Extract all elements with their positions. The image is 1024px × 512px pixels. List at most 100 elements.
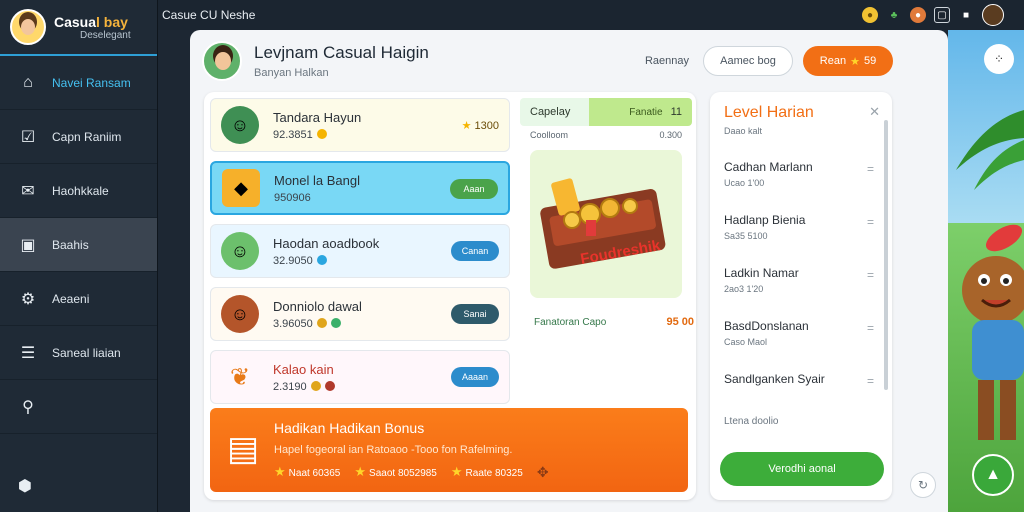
bonus-items: ★ Naat 60365 ★ Saaot 8052985 ★ Raate 80325 … [274, 464, 549, 481]
gold-stack-icon: ▤ [226, 430, 260, 468]
gem-icon [330, 317, 341, 328]
quest-item[interactable]: ☺ Haodan aoadbook 32.9050 Canan [210, 224, 510, 278]
quest-action-button[interactable]: Aaaan [451, 367, 499, 387]
window-titlebar: Casue CU Neshe ● ♣ ● ▢ ■ [158, 0, 1024, 30]
quest-panel: ☺ Tandara Hayun 92.3851 ★ 1300 ◆ Monel l… [204, 92, 696, 500]
gold-icon: ◆ [222, 169, 260, 207]
orange-button-label: Rean [819, 55, 847, 67]
chest-foot-label: Fanatoran Capo [534, 316, 607, 328]
window-title: Casue CU Neshe [162, 8, 256, 22]
close-icon[interactable]: ✕ [869, 104, 880, 120]
brand[interactable]: Casual bay Deselegant [0, 0, 157, 56]
screen-icon[interactable]: ▢ [934, 7, 950, 23]
quest-reward-value: 1300 [474, 120, 499, 132]
level-item[interactable]: Cadhan Marlann Ucao 1'00 = [724, 160, 874, 213]
quest-value: 92.3851 [273, 128, 361, 141]
level-item-name: Cadhan Marlann [724, 160, 813, 174]
sidebar-item-bag[interactable]: ▣ Baahis [0, 218, 157, 272]
outline-button[interactable]: Aamec bog [703, 46, 793, 76]
coin-icon [310, 380, 321, 391]
level-panel: Level Harian Daao kalt ✕ Cadhan Marlann … [710, 92, 892, 500]
drag-handle-icon[interactable]: = [867, 162, 874, 176]
sidebar-item-settings[interactable]: ⚙ Aeaeni [0, 272, 157, 326]
level-item[interactable]: BasdDonslanan Caso Maol = [724, 319, 874, 372]
quest-title: Kalao kain [273, 361, 334, 377]
quest-item[interactable]: ☺ Tandara Hayun 92.3851 ★ 1300 [210, 98, 510, 152]
quest-text: Donniolo dawal 3.96050 [273, 299, 362, 330]
quest-title: Donniolo dawal [273, 298, 362, 314]
quest-title: Monel la Bangl [274, 172, 360, 188]
brand-text: Casual bay Deselegant [54, 14, 131, 41]
chest-title: Capelay [530, 106, 571, 118]
gem-icon [324, 380, 335, 391]
level-subtitle: Daao kalt [724, 126, 763, 136]
box-icon[interactable]: ⬢ [18, 476, 38, 498]
refresh-icon[interactable]: ↻ [910, 472, 936, 498]
level-title: Level Harian [724, 104, 814, 121]
clover-icon[interactable]: ♣ [886, 7, 902, 23]
star-icon: ★ [354, 464, 367, 479]
drag-handle-icon[interactable]: = [867, 374, 874, 388]
sidebar-item-label: Capn Raniim [52, 129, 122, 144]
orange-button[interactable]: Rean ★ 59 [803, 46, 893, 76]
drag-handle-icon[interactable]: = [867, 321, 874, 335]
chat-icon[interactable]: ▲ [972, 454, 1014, 496]
chest-sub-left: Coolloom [530, 130, 569, 140]
chest-sub-right: 0.300 [659, 130, 682, 140]
level-item-name: Sandlganken Syair [724, 372, 825, 386]
brand-name-part1: Casua [54, 13, 97, 30]
square-icon[interactable]: ■ [958, 7, 974, 23]
quest-value: 3.96050 [273, 317, 362, 330]
treasure-chest-icon [540, 178, 666, 269]
grid-menu-icon[interactable]: ⁘ [984, 44, 1014, 74]
level-item-sub: Ucao 1'00 [724, 178, 765, 188]
quest-value: 32.9050 [273, 254, 379, 267]
sidebar-item-search[interactable]: ⚲ [0, 380, 157, 434]
bonus-banner[interactable]: ▤ Hadikan Hadikan Bonus Hapel fogeoral i… [210, 408, 688, 492]
sidebar-item-home[interactable]: ⌂ Navei Ransam [0, 56, 157, 110]
quest-reward: ★ 1300 [462, 119, 499, 132]
star-icon: ★ [850, 55, 860, 68]
level-footer: Ltena doolio [724, 416, 779, 427]
avatar-icon: ☺ [221, 232, 259, 270]
star-icon: ★ [450, 464, 463, 479]
sidebar-item-label: Navei Ransam [52, 75, 131, 90]
profile-icon[interactable]: ● [910, 7, 926, 23]
quest-value: 2.3190 [273, 380, 335, 393]
quest-item[interactable]: ☺ Donniolo dawal 3.96050 Sanai [210, 287, 510, 341]
chest-card: Capelay Fanatie 11 Coolloom 0.300 Foudre… [520, 98, 694, 334]
header-link[interactable]: Raennay [645, 55, 689, 67]
user-avatar[interactable] [202, 41, 242, 81]
drag-handle-icon[interactable]: = [867, 268, 874, 282]
titlebar-icons: ● ♣ ● ▢ ■ [862, 4, 1004, 26]
gem-icon [316, 254, 327, 265]
level-action-button[interactable]: Verodhi aonal [720, 452, 884, 486]
quest-text: Haodan aoadbook 32.9050 [273, 236, 379, 267]
level-item[interactable]: Hadlanp Bienia Sa35 5100 = [724, 213, 874, 266]
character-illustration [956, 110, 1024, 440]
sidebar-item-tasks[interactable]: ☑ Capn Raniim [0, 110, 157, 164]
quest-action-button[interactable]: Aaan [450, 179, 498, 199]
treasure-chest-image[interactable]: Foudreshik [530, 150, 682, 298]
chest-subheader: Coolloom 0.300 [520, 126, 692, 144]
level-item[interactable]: Ladkin Namar 2ao3 1'20 = [724, 266, 874, 319]
drag-handle-icon[interactable]: = [867, 215, 874, 229]
coin-icon[interactable]: ● [862, 7, 878, 23]
quest-action-button[interactable]: Canan [451, 241, 499, 261]
brand-name-part2: l bay [96, 13, 128, 30]
sidebar-item-list[interactable]: ☰ Saneal liaian [0, 326, 157, 380]
mail-icon: ✉ [21, 182, 35, 200]
level-scrollbar[interactable] [884, 120, 888, 390]
quest-item[interactable]: ❦ Kalao kain 2.3190 Aaaan [210, 350, 510, 404]
user-avatar-icon[interactable] [982, 4, 1004, 26]
level-item-name: BasdDonslanan [724, 319, 809, 333]
coin-icon [316, 128, 327, 139]
quest-action-button[interactable]: Sanai [451, 304, 499, 324]
quest-item[interactable]: ◆ Monel la Bangl 950906 Aaan [210, 161, 510, 215]
sidebar: Casual bay Deselegant ⌂ Navei Ransam ☑ C… [0, 0, 158, 512]
level-item-name: Hadlanp Bienia [724, 213, 806, 227]
gear-icon: ⚙ [20, 290, 36, 308]
game-character-art [948, 30, 1024, 512]
sidebar-item-mail[interactable]: ✉ Haohkkale [0, 164, 157, 218]
bonus-item: ★ Naat 60365 [274, 464, 340, 481]
